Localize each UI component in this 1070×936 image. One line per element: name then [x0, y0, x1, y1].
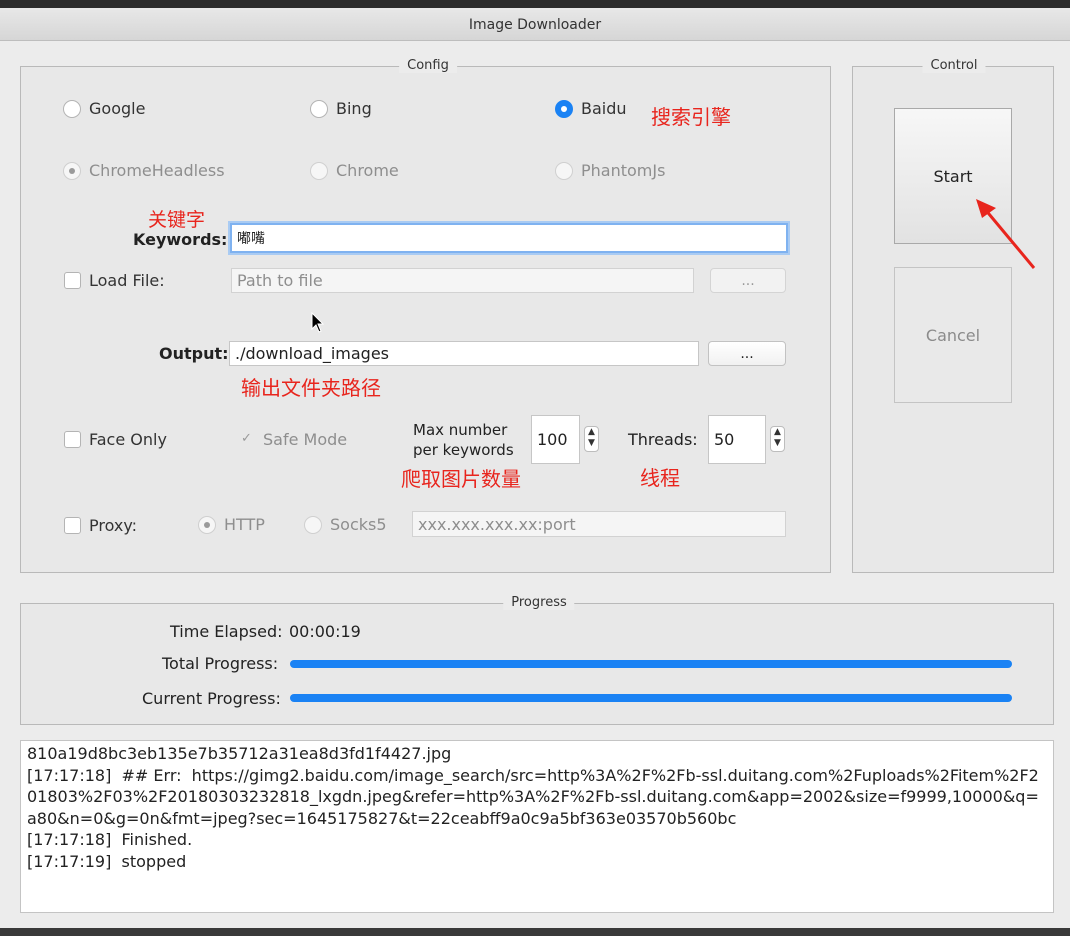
- annotation-threads: 线程: [640, 466, 680, 490]
- face-only-label: Face Only: [89, 430, 167, 449]
- radio-chrome-headless-label: ChromeHeadless: [89, 161, 225, 180]
- proxy-label: Proxy:: [89, 516, 138, 535]
- log-line: [17:17:18] ## Err: https://gimg2.baidu.c…: [27, 765, 1039, 828]
- radio-http[interactable]: HTTP: [198, 515, 265, 534]
- config-legend: Config: [399, 58, 457, 73]
- path-placeholder: Path to file: [237, 271, 323, 290]
- current-progress-label: Current Progress:: [142, 689, 281, 708]
- progress-legend: Progress: [503, 595, 575, 610]
- load-file-checkbox[interactable]: Load File:: [64, 271, 165, 290]
- radio-chrome[interactable]: Chrome: [310, 161, 399, 180]
- max-number-label-line2: per keywords: [413, 441, 514, 459]
- load-file-browse-label: ...: [741, 273, 755, 289]
- radio-baidu-indicator: [555, 99, 573, 118]
- proxy-checkbox[interactable]: Proxy:: [64, 516, 137, 535]
- screen-top-strip: [0, 0, 1070, 8]
- max-number-value: 100: [537, 430, 568, 449]
- radio-baidu[interactable]: Baidu: [555, 99, 627, 118]
- radio-chrome-headless[interactable]: ChromeHeadless: [63, 161, 225, 180]
- keywords-value: 嘟嘴: [237, 231, 265, 247]
- log-line: 810a19d8bc3eb135e7b35712a31ea8d3fd1f4427…: [27, 744, 452, 763]
- max-number-label-line1: Max number: [413, 421, 508, 439]
- threads-value: 50: [714, 430, 735, 449]
- radio-socks5-label: Socks5: [330, 515, 387, 534]
- radio-phantomjs-indicator: [555, 161, 573, 180]
- radio-bing-label: Bing: [336, 99, 372, 118]
- max-number-stepper[interactable]: ▲ ▼: [584, 426, 599, 452]
- load-file-browse-button[interactable]: ...: [710, 268, 786, 293]
- annotation-engine: 搜索引擎: [651, 105, 731, 129]
- path-input[interactable]: Path to file: [231, 268, 694, 293]
- total-progress-bar: [290, 660, 1012, 668]
- config-group: Config: [20, 58, 831, 573]
- log-line: [17:17:19] stopped: [27, 851, 187, 871]
- radio-phantomjs[interactable]: PhantomJs: [555, 161, 665, 180]
- load-file-label: Load File:: [89, 271, 165, 290]
- stepper-down-icon: ▼: [588, 438, 595, 448]
- radio-google[interactable]: Google: [63, 99, 145, 118]
- current-progress-bar: [290, 694, 1012, 702]
- screen-bottom-strip: [0, 928, 1070, 936]
- output-browse-button[interactable]: ...: [708, 341, 786, 366]
- annotation-max-number: 爬取图片数量: [401, 467, 521, 491]
- radio-chrome-headless-indicator: [63, 161, 81, 180]
- control-legend: Control: [922, 58, 986, 73]
- output-browse-label: ...: [740, 346, 754, 362]
- cancel-button[interactable]: Cancel: [894, 267, 1012, 403]
- radio-http-indicator: [198, 515, 216, 534]
- keywords-label: Keywords:: [133, 230, 228, 249]
- threads-stepper[interactable]: ▲ ▼: [770, 426, 785, 452]
- radio-chrome-indicator: [310, 161, 328, 180]
- stepper-up-icon: ▲: [774, 427, 781, 437]
- threads-label: Threads:: [628, 430, 698, 449]
- window-title: Image Downloader: [468, 17, 602, 33]
- log-output[interactable]: 810a19d8bc3eb135e7b35712a31ea8d3fd1f4427…: [20, 740, 1054, 913]
- safe-mode-checkbox[interactable]: ✓ Safe Mode: [238, 430, 347, 449]
- cancel-label: Cancel: [925, 325, 981, 345]
- time-elapsed-value: 00:00:19: [289, 622, 361, 641]
- safe-mode-label: Safe Mode: [263, 430, 348, 449]
- face-only-checkbox-box: [64, 431, 81, 448]
- face-only-checkbox[interactable]: Face Only: [64, 430, 167, 449]
- radio-baidu-label: Baidu: [581, 99, 627, 118]
- output-label: Output:: [159, 344, 229, 363]
- radio-chrome-label: Chrome: [336, 161, 399, 180]
- log-line: [17:17:18] Finished.: [27, 830, 193, 849]
- radio-google-indicator: [63, 99, 81, 118]
- radio-socks5-indicator: [304, 515, 322, 534]
- radio-bing-indicator: [310, 99, 328, 118]
- start-label: Start: [933, 166, 973, 186]
- app-window: Image Downloader Config Google Bing Baid…: [0, 0, 1070, 936]
- annotation-keywords: 关键字: [148, 209, 206, 231]
- proxy-checkbox-box: [64, 517, 81, 534]
- time-elapsed-label: Time Elapsed:: [170, 622, 283, 641]
- output-value: ./download_images: [235, 344, 390, 363]
- threads-input[interactable]: 50: [708, 415, 766, 464]
- output-input[interactable]: ./download_images: [229, 341, 699, 366]
- safe-mode-checkbox-box: ✓: [241, 431, 252, 446]
- radio-socks5[interactable]: Socks5: [304, 515, 387, 534]
- stepper-up-icon: ▲: [588, 427, 595, 437]
- annotation-arrow-icon: [976, 199, 1036, 269]
- annotation-output: 输出文件夹路径: [241, 376, 381, 400]
- proxy-input[interactable]: xxx.xxx.xxx.xx:port: [412, 511, 786, 537]
- mouse-cursor-icon: [311, 312, 325, 333]
- max-number-label: Max number per keywords: [413, 420, 514, 460]
- load-file-checkbox-box: [64, 272, 81, 289]
- radio-google-label: Google: [89, 99, 146, 118]
- stepper-down-icon: ▼: [774, 438, 781, 448]
- proxy-placeholder: xxx.xxx.xxx.xx:port: [418, 514, 576, 534]
- keywords-input[interactable]: 嘟嘴: [230, 223, 788, 253]
- radio-phantomjs-label: PhantomJs: [581, 161, 666, 180]
- radio-http-label: HTTP: [224, 515, 265, 534]
- radio-bing[interactable]: Bing: [310, 99, 372, 118]
- total-progress-label: Total Progress:: [162, 654, 279, 673]
- max-number-input[interactable]: 100: [531, 415, 580, 464]
